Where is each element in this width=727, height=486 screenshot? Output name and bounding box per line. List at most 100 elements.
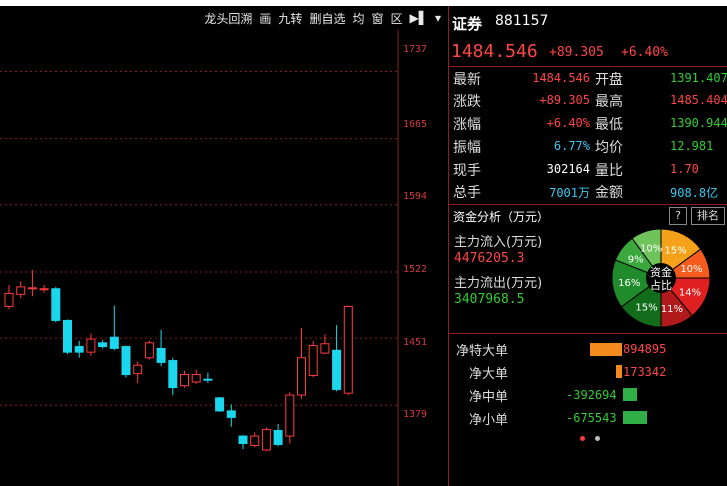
quote-value: 12.981 bbox=[670, 139, 714, 153]
price-change: +89.305 bbox=[549, 45, 604, 60]
pie-slice-label: 10% bbox=[680, 264, 702, 275]
candle-body bbox=[74, 346, 84, 353]
order-bar bbox=[623, 388, 637, 401]
candle bbox=[297, 327, 306, 399]
candle bbox=[203, 372, 213, 383]
candle-body bbox=[39, 288, 49, 291]
candle bbox=[250, 432, 260, 448]
divider bbox=[449, 204, 727, 205]
quote-row: 最新 1484.546 开盘 1391.407 bbox=[453, 69, 727, 90]
candle-body bbox=[203, 378, 213, 381]
candle bbox=[144, 340, 154, 360]
quote-label: 开盘 bbox=[595, 72, 623, 88]
pie-slice-label: 16% bbox=[618, 278, 640, 289]
price-tick-label: 1522 bbox=[403, 264, 428, 275]
candle-body bbox=[156, 347, 166, 363]
quote-value: 1484.546 bbox=[532, 71, 590, 85]
kline-chart[interactable] bbox=[0, 30, 447, 486]
price-change-percent: +6.40% bbox=[621, 45, 668, 60]
pie-center-label: 占比 bbox=[650, 278, 672, 292]
candle bbox=[133, 361, 143, 383]
candle-body bbox=[250, 435, 260, 446]
candle bbox=[86, 333, 96, 356]
quote-label: 涨跌 bbox=[453, 94, 481, 110]
candle-body bbox=[98, 342, 108, 348]
rank-button[interactable]: 排名 bbox=[691, 207, 725, 225]
price-tick-label: 1665 bbox=[403, 119, 428, 130]
page-dot-active[interactable] bbox=[580, 436, 585, 441]
quote-value: 1485.404 bbox=[670, 93, 727, 107]
candle bbox=[121, 345, 131, 378]
quote-value: 7001万 bbox=[549, 186, 590, 200]
candle-body bbox=[63, 319, 72, 353]
quote-row: 总手 7001万 金额 908.8亿 bbox=[453, 182, 727, 203]
candle bbox=[16, 281, 26, 299]
candle bbox=[27, 270, 37, 297]
main-outflow-label: 主力流出(万元) bbox=[454, 276, 543, 291]
order-bar bbox=[623, 411, 647, 424]
candle-body bbox=[168, 360, 178, 389]
quote-value: 302164 bbox=[546, 162, 590, 176]
candle-body bbox=[226, 410, 236, 418]
security-name: 证券 bbox=[452, 15, 483, 33]
candle-body bbox=[51, 288, 61, 321]
candle-body bbox=[320, 343, 330, 354]
toolbar-average[interactable]: 均 bbox=[352, 10, 364, 27]
candle bbox=[273, 423, 283, 447]
candle bbox=[39, 285, 49, 293]
candle bbox=[156, 329, 166, 367]
candle bbox=[180, 370, 189, 388]
dropdown-arrow-icon[interactable]: ▾ bbox=[435, 11, 441, 25]
order-value: 173342 bbox=[623, 365, 667, 379]
candle-body bbox=[4, 292, 14, 307]
pie-slice-label: 9% bbox=[628, 254, 644, 265]
price-tick-label: 1737 bbox=[403, 44, 428, 55]
toolbar-nine-turn[interactable]: 九转 bbox=[278, 10, 302, 27]
order-label: 净特大单 bbox=[456, 344, 509, 359]
quote-label: 均价 bbox=[595, 140, 623, 156]
quote-value: 1391.407 bbox=[670, 71, 727, 85]
pie-slice-label: 15% bbox=[635, 303, 657, 314]
toolbar-range[interactable]: 区 bbox=[390, 10, 402, 27]
quote-value: 1390.944 bbox=[670, 116, 727, 130]
candle-body bbox=[343, 305, 353, 394]
quote-value: 6.77% bbox=[553, 139, 590, 153]
price-tick-label: 1379 bbox=[403, 409, 428, 420]
candle bbox=[343, 305, 353, 396]
candle-body bbox=[308, 345, 318, 376]
quote-label: 最低 bbox=[595, 117, 623, 133]
candle bbox=[308, 340, 318, 378]
candle bbox=[109, 305, 119, 351]
order-label: 净小单 bbox=[469, 413, 509, 428]
pie-slice-label: 14% bbox=[679, 288, 701, 299]
play-icon[interactable]: ▶▌ bbox=[410, 11, 428, 25]
pie-slice-label: 11% bbox=[661, 304, 683, 315]
candle-body bbox=[27, 287, 37, 290]
toolbar-leader-review[interactable]: 龙头回溯 bbox=[204, 10, 252, 27]
order-bar bbox=[616, 365, 622, 378]
quote-value: +89.305 bbox=[539, 93, 590, 107]
toolbar-draw[interactable]: 画 bbox=[259, 10, 271, 27]
order-label: 净大单 bbox=[469, 367, 509, 382]
candle bbox=[191, 369, 201, 384]
quote-row: 涨幅 +6.40% 最低 1390.944 bbox=[453, 114, 727, 135]
help-button[interactable]: ? bbox=[669, 207, 687, 225]
candle-body bbox=[121, 346, 131, 376]
candle-body bbox=[144, 342, 154, 359]
current-price: 1484.546 bbox=[451, 41, 538, 62]
quote-value: 1.70 bbox=[670, 162, 699, 176]
toolbar-window[interactable]: 窗 bbox=[371, 10, 383, 27]
fund-share-pie: 15%10%14%11%15%16%9%10%资金占比 bbox=[611, 228, 711, 328]
candle bbox=[168, 357, 178, 396]
toolbar-remove-watchlist[interactable]: 删自选 bbox=[309, 10, 345, 27]
candle-body bbox=[285, 394, 295, 437]
candle bbox=[226, 404, 236, 427]
security-code: 881157 bbox=[495, 13, 549, 29]
candle bbox=[285, 392, 295, 444]
candle-body bbox=[133, 364, 143, 375]
quote-value: 908.8亿 bbox=[670, 186, 719, 200]
quote-value: +6.40% bbox=[546, 116, 590, 130]
candle-body bbox=[332, 349, 342, 390]
page-dot[interactable] bbox=[595, 436, 600, 441]
order-label: 净中单 bbox=[469, 390, 509, 405]
